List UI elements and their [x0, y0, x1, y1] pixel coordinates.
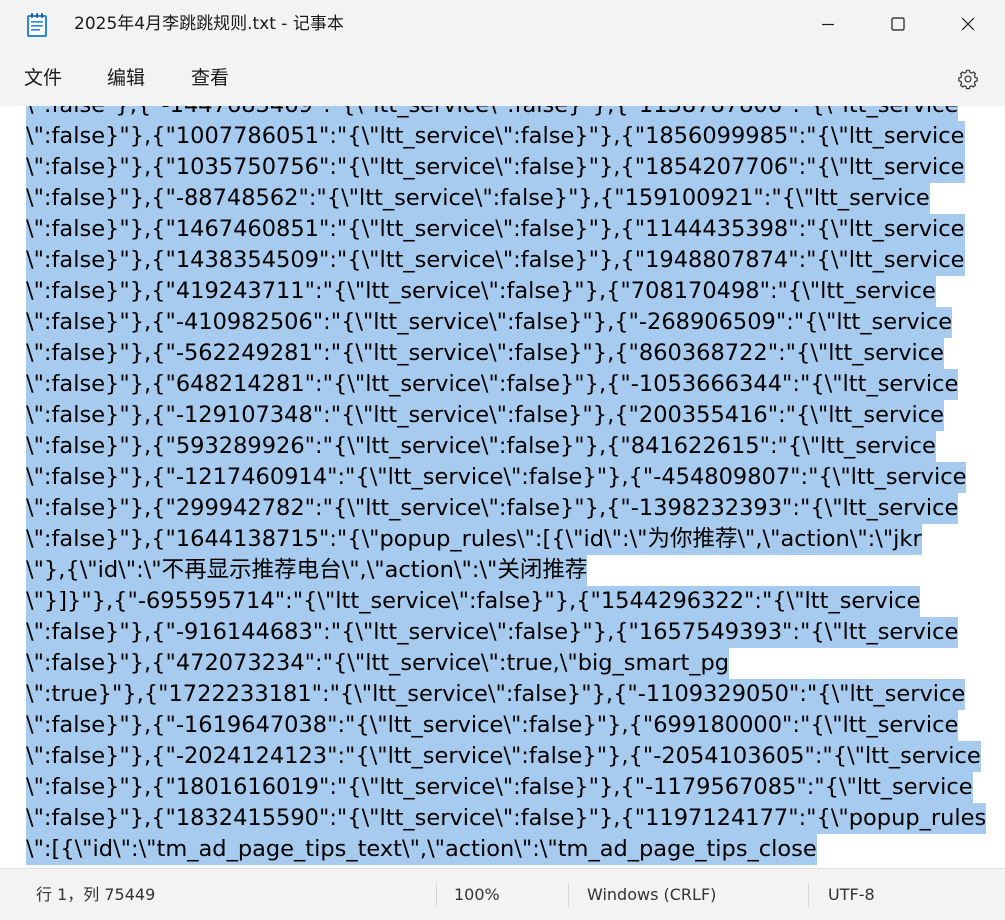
maximize-button[interactable]: [863, 0, 933, 48]
selected-text: \":false}"},{"-2024124123":"{\"ltt_servi…: [26, 741, 981, 772]
text-line: \":false}"},{"-916144683":"{\"ltt_servic…: [26, 617, 959, 648]
text-line: \":false}"},{"1832415590":"{\"ltt_servic…: [26, 803, 987, 834]
text-line: \":false}"},{"1438354509":"{\"ltt_servic…: [26, 245, 965, 276]
minimize-button[interactable]: [793, 0, 863, 48]
selected-text: \":false}"},{"-562249281":"{\"ltt_servic…: [26, 338, 944, 369]
selected-text: \":true}"},{"1722233181":"{\"ltt_service…: [26, 679, 966, 710]
close-button[interactable]: [933, 0, 1003, 48]
selected-text: \":false}"},{"1832415590":"{\"ltt_servic…: [26, 803, 987, 834]
minimize-icon: [822, 23, 834, 26]
selected-text: \":false}"},{"-916144683":"{\"ltt_servic…: [26, 617, 959, 648]
selected-text: \":false"},{"-1447683469":"{\"ltt_servic…: [26, 106, 959, 121]
text-line: \":false}"},{"-129107348":"{\"ltt_servic…: [26, 400, 944, 431]
selected-text: \"}]}"},{"-695595714":"{\"ltt_service\":…: [26, 586, 921, 617]
text-line: \":false}"},{"1007786051":"{\"ltt_servic…: [26, 121, 965, 152]
maximize-icon: [891, 17, 905, 31]
selected-text: \"},{\"id\":\"不再显示推荐电台\",\"action\":\"关闭…: [26, 555, 588, 586]
cursor-position: 行 1，列 75449: [36, 885, 156, 904]
text-line: \":false}"},{"-1619647038":"{\"ltt_servi…: [26, 710, 959, 741]
status-divider: [808, 883, 809, 907]
selected-text: \":false}"},{"-129107348":"{\"ltt_servic…: [26, 400, 944, 431]
text-line: \":false}"},{"-562249281":"{\"ltt_servic…: [26, 338, 944, 369]
selected-text: \":false}"},{"299942782":"{\"ltt_service…: [26, 493, 959, 524]
menu-edit[interactable]: 编辑: [107, 64, 145, 92]
status-bar: 行 1，列 75449 100% Windows (CRLF) UTF-8: [0, 868, 1005, 920]
status-divider: [436, 883, 437, 907]
line-ending: Windows (CRLF): [587, 885, 717, 904]
text-line: \":false}"},{"299942782":"{\"ltt_service…: [26, 493, 959, 524]
text-line: \":false}"},{"-1217460914":"{\"ltt_servi…: [26, 462, 967, 493]
text-line: \":false}"},{"-410982506":"{\"ltt_servic…: [26, 307, 953, 338]
text-editor[interactable]: \":false"},{"-1447683469":"{\"ltt_servic…: [0, 106, 1005, 868]
selected-text: \":false}"},{"1467460851":"{\"ltt_servic…: [26, 214, 965, 245]
text-line: \":false}"},{"1801616019":"{\"ltt_servic…: [26, 772, 973, 803]
status-divider: [568, 883, 569, 907]
text-line: \":[{\"id\":\"tm_ad_page_tips_text\",\"a…: [26, 834, 817, 865]
selected-text: \":false}"},{"472073234":"{\"ltt_service…: [26, 648, 730, 679]
selected-text: \":false}"},{"419243711":"{\"ltt_service…: [26, 276, 936, 307]
title-bar[interactable]: 2025年4月李跳跳规则.txt - 记事本: [0, 0, 1005, 48]
text-line: \":false}"},{"648214281":"{\"ltt_service…: [26, 369, 959, 400]
selected-text: \":false}"},{"1438354509":"{\"ltt_servic…: [26, 245, 965, 276]
file-encoding: UTF-8: [828, 885, 875, 904]
selected-text: \":false}"},{"-1619647038":"{\"ltt_servi…: [26, 710, 959, 741]
selected-text: \":false}"},{"1644138715":"{\"popup_rule…: [26, 524, 922, 555]
selected-text: \":false}"},{"-410982506":"{\"ltt_servic…: [26, 307, 953, 338]
text-line: \"},{\"id\":\"不再显示推荐电台\",\"action\":\"关闭…: [26, 555, 588, 586]
selected-text: \":false}"},{"1007786051":"{\"ltt_servic…: [26, 121, 965, 152]
text-line: \"}]}"},{"-695595714":"{\"ltt_service\":…: [26, 586, 921, 617]
menu-bar: 文件 编辑 查看: [0, 52, 1005, 104]
text-line: \":false}"},{"1467460851":"{\"ltt_servic…: [26, 214, 965, 245]
text-line: \":false"},{"-1447683469":"{\"ltt_servic…: [26, 106, 959, 121]
selected-text: \":false}"},{"1035750756":"{\"ltt_servic…: [26, 152, 965, 183]
menu-view[interactable]: 查看: [191, 64, 229, 92]
zoom-level: 100%: [454, 885, 500, 904]
window-title: 2025年4月李跳跳规则.txt - 记事本: [74, 14, 344, 34]
menu-file[interactable]: 文件: [24, 64, 62, 92]
notepad-app-icon: [27, 13, 47, 37]
text-line: \":true}"},{"1722233181":"{\"ltt_service…: [26, 679, 966, 710]
text-line: \":false}"},{"593289926":"{\"ltt_service…: [26, 431, 936, 462]
selected-text: \":false}"},{"1801616019":"{\"ltt_servic…: [26, 772, 973, 803]
text-line: \":false}"},{"-88748562":"{\"ltt_service…: [26, 183, 930, 214]
selected-text: \":[{\"id\":\"tm_ad_page_tips_text\",\"a…: [26, 834, 817, 865]
settings-button[interactable]: [952, 65, 984, 93]
text-line: \":false}"},{"1035750756":"{\"ltt_servic…: [26, 152, 965, 183]
text-line: \":false}"},{"419243711":"{\"ltt_service…: [26, 276, 936, 307]
gear-icon: [958, 69, 978, 90]
selected-text: \":false}"},{"648214281":"{\"ltt_service…: [26, 369, 959, 400]
text-line: \":false}"},{"1644138715":"{\"popup_rule…: [26, 524, 922, 555]
close-icon: [961, 17, 975, 31]
text-line: \":false}"},{"-2024124123":"{\"ltt_servi…: [26, 741, 981, 772]
notepad-window: 2025年4月李跳跳规则.txt - 记事本 文件 编辑 查看 \":false…: [0, 0, 1005, 920]
selected-text: \":false}"},{"-1217460914":"{\"ltt_servi…: [26, 462, 967, 493]
selected-text: \":false}"},{"593289926":"{\"ltt_service…: [26, 431, 936, 462]
text-line: \":false}"},{"472073234":"{\"ltt_service…: [26, 648, 730, 679]
selected-text: \":false}"},{"-88748562":"{\"ltt_service…: [26, 183, 930, 214]
